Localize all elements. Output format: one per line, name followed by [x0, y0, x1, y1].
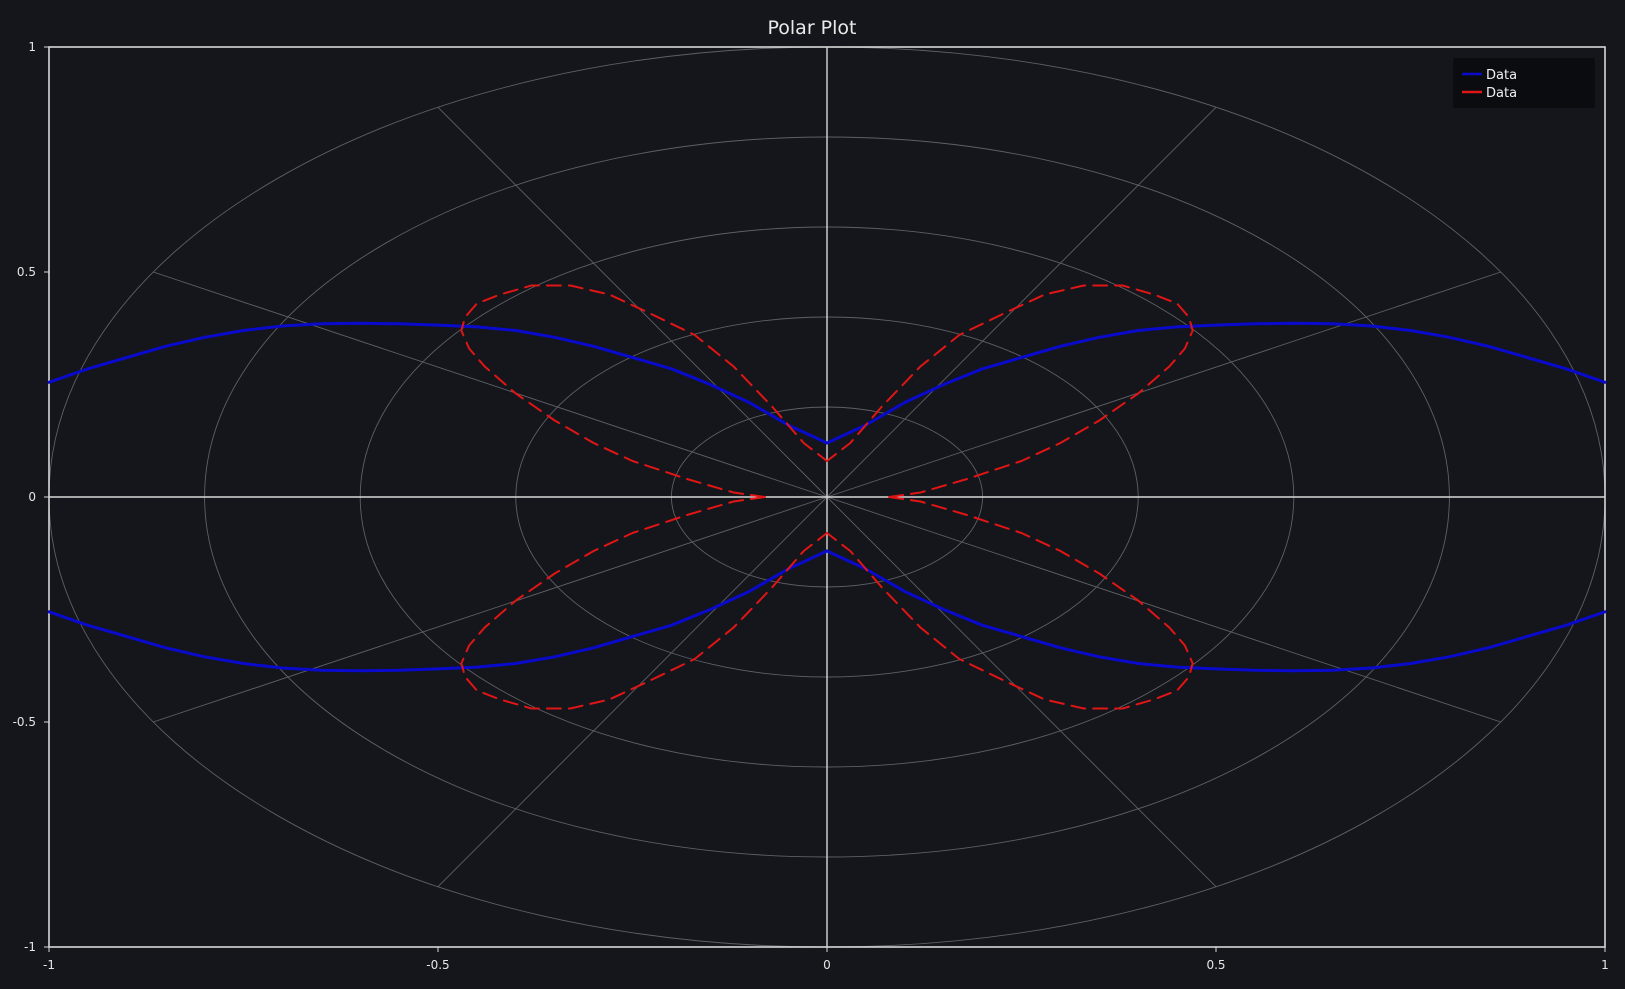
- x-tick-label-4: 1: [1601, 958, 1609, 972]
- legend-label-data-solid: Data: [1486, 68, 1517, 83]
- y-tick-label-2: 0: [28, 490, 36, 504]
- x-tick-label-1: -0.5: [426, 958, 449, 972]
- x-tick-label-0: -1: [43, 958, 55, 972]
- y-tick-label-4: 1: [28, 40, 36, 54]
- legend: Data Data: [1453, 58, 1595, 108]
- legend-label-data-dashed: Data: [1486, 86, 1517, 101]
- legend-box: [1453, 58, 1595, 108]
- chart-title: Polar Plot: [768, 17, 857, 39]
- y-tick-label-1: -0.5: [13, 715, 36, 729]
- x-tick-label-2: 0: [823, 958, 831, 972]
- polar-plot-svg: -1 -0.5 0 0.5 1 -1 -0.5 0 0.5 1 Polar Plot Data D…: [0, 0, 1625, 989]
- y-tick-label-3: 0.5: [17, 265, 36, 279]
- y-tick-label-0: -1: [24, 940, 36, 954]
- polar-plot-chart: -1 -0.5 0 0.5 1 -1 -0.5 0 0.5 1 Polar Plot Data D…: [0, 0, 1625, 989]
- x-tick-label-3: 0.5: [1206, 958, 1225, 972]
- chart-background: [0, 0, 1625, 989]
